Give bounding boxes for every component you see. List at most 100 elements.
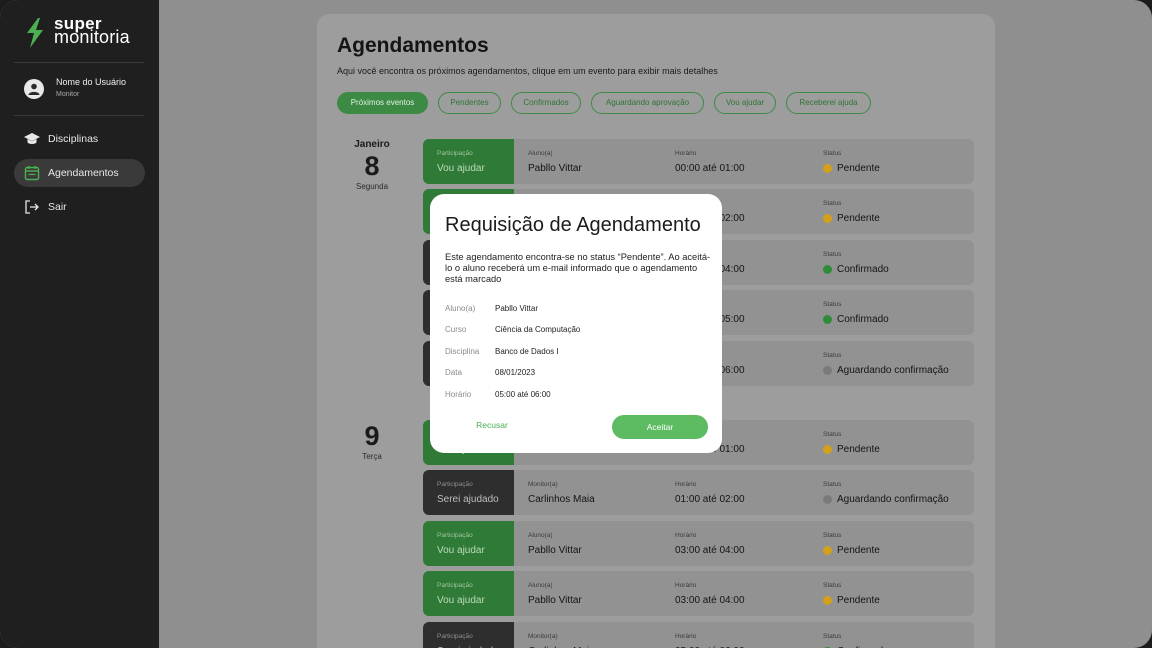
field-label: Aluno(a) <box>445 304 476 313</box>
field-label: Data <box>445 368 462 377</box>
status-dot-icon <box>823 315 832 324</box>
status-label: Status <box>823 633 842 640</box>
day-weekday: Segunda <box>355 182 389 191</box>
tab-proximos-eventos[interactable]: Próximos eventos <box>337 92 428 114</box>
status-value: Aguardando confirmação <box>837 365 949 376</box>
status-label: Status <box>823 352 842 359</box>
event-row[interactable]: Participação Vou ajudar Aluno(a) Pabllo Vit… <box>423 139 974 184</box>
time-value: 00:00 até 01:00 <box>675 163 745 174</box>
participation-label: Participação <box>437 633 473 640</box>
user-profile[interactable]: Nome do Usuário Monitor <box>24 76 154 102</box>
user-icon <box>24 79 44 99</box>
time-label: Horário <box>675 633 697 640</box>
field-value: Ciência da Computação <box>495 325 581 334</box>
accept-button[interactable]: Aceitar <box>612 415 708 439</box>
refuse-button[interactable]: Recusar <box>460 416 524 434</box>
user-name: Nome do Usuário <box>56 77 127 87</box>
event-row[interactable]: ParticipaçãoSerei ajudadoMonitor(a)Carli… <box>423 622 974 648</box>
status-dot-icon <box>823 265 832 274</box>
page-title: Agendamentos <box>337 34 489 57</box>
time-value: 03:00 até 04:00 <box>675 545 745 556</box>
status-value: Confirmado <box>837 314 889 325</box>
person-label: Aluno(a) <box>528 532 553 539</box>
participation-value: Vou ajudar <box>437 595 485 606</box>
logout-icon <box>25 200 39 214</box>
bolt-logo-icon <box>27 18 43 48</box>
participation-cell: Participação Serei ajudado <box>423 470 514 515</box>
status-label: Status <box>823 150 842 157</box>
logo: super monitoria <box>24 15 144 52</box>
time-value: 01:00 até 02:00 <box>675 494 745 505</box>
participation-value: Vou ajudar <box>437 545 485 556</box>
user-role: Monitor <box>56 91 80 98</box>
field-value: 05:00 até 06:00 <box>495 390 551 399</box>
tab-confirmados[interactable]: Confirmados <box>511 92 581 114</box>
modal-title: Requisição de Agendamento <box>445 214 701 236</box>
day-number: 9 <box>364 421 380 451</box>
participation-label: Participação <box>437 150 473 157</box>
status-value: Pendente <box>837 444 880 455</box>
tab-aguardando-aprovacao[interactable]: Aguardando aprovação <box>591 92 704 114</box>
status-dot-icon <box>823 546 832 555</box>
status-label: Status <box>823 481 842 488</box>
status-value: Pendente <box>837 595 880 606</box>
status-dot-icon <box>823 214 832 223</box>
page-subtitle: Aqui você encontra os próximos agendamen… <box>337 66 718 76</box>
divider <box>14 62 144 63</box>
person-label: Monitor(a) <box>528 481 558 488</box>
time-label: Horário <box>675 532 697 539</box>
status-dot-icon <box>823 596 832 605</box>
tab-receberei-ajuda[interactable]: Receberei ajuda <box>786 92 871 114</box>
field-label: Disciplina <box>445 347 480 356</box>
sidebar-item-agendamentos[interactable]: Agendamentos <box>14 159 145 187</box>
participation-cell: ParticipaçãoSerei ajudado <box>423 622 514 648</box>
status-dot-icon <box>823 366 832 375</box>
modal-description: Este agendamento encontra-se no status “… <box>445 252 711 284</box>
tab-pendentes[interactable]: Pendentes <box>438 92 501 114</box>
status-value: Pendente <box>837 163 880 174</box>
participation-cell: Participação Vou ajudar <box>423 521 514 566</box>
sidebar: super monitoria Nome do Usuário Monitor … <box>0 0 159 648</box>
graduation-cap-icon <box>24 133 40 144</box>
status-value: Pendente <box>837 545 880 556</box>
time-label: Horário <box>675 582 697 589</box>
field-value: Pabllo Vittar <box>495 304 538 313</box>
time-label: Horário <box>675 150 697 157</box>
sidebar-item-disciplinas[interactable]: Disciplinas <box>14 125 145 153</box>
participation-value: Serei ajudado <box>437 494 499 505</box>
status-value: Aguardando confirmação <box>837 494 949 505</box>
sidebar-item-label: Sair <box>48 201 67 213</box>
divider <box>14 115 144 116</box>
status-label: Status <box>823 301 842 308</box>
participation-label: Participação <box>437 481 473 488</box>
participation-cell: Participação Vou ajudar <box>423 571 514 616</box>
event-row[interactable]: Participação Vou ajudar Aluno(a) Pabllo Vit… <box>423 521 974 566</box>
time-label: Horário <box>675 481 697 488</box>
status-label: Status <box>823 251 842 258</box>
person-value: Carlinhos Maia <box>528 494 595 505</box>
person-label: Aluno(a) <box>528 150 553 157</box>
participation-value: Vou ajudar <box>437 163 485 174</box>
sidebar-item-sair[interactable]: Sair <box>14 193 145 221</box>
field-label: Horário <box>445 390 472 399</box>
status-dot-icon <box>823 495 832 504</box>
status-dot-icon <box>823 164 832 173</box>
tab-vou-ajudar[interactable]: Vou ajudar <box>714 92 776 114</box>
day-group-header: 9 Terça <box>340 420 404 461</box>
status-label: Status <box>823 532 842 539</box>
event-row[interactable]: Participação Vou ajudar Aluno(a) Pabllo Vit… <box>423 571 974 616</box>
status-value: Confirmado <box>837 264 889 275</box>
field-value: Banco de Dados I <box>495 347 559 356</box>
status-dot-icon <box>823 445 832 454</box>
participation-label: Participação <box>437 532 473 539</box>
person-value: Pabllo Vittar <box>528 595 582 606</box>
participation-cell: Participação Vou ajudar <box>423 139 514 184</box>
field-value: 08/01/2023 <box>495 368 536 377</box>
day-month: Janeiro <box>354 139 390 150</box>
logo-text-bottom: monitoria <box>54 27 130 47</box>
event-row[interactable]: Participação Serei ajudado Monitor(a) Carli… <box>423 470 974 515</box>
person-value: Pabllo Vittar <box>528 545 582 556</box>
status-value: Pendente <box>837 213 880 224</box>
time-value: 03:00 até 04:00 <box>675 595 745 606</box>
day-weekday: Terça <box>362 452 382 461</box>
